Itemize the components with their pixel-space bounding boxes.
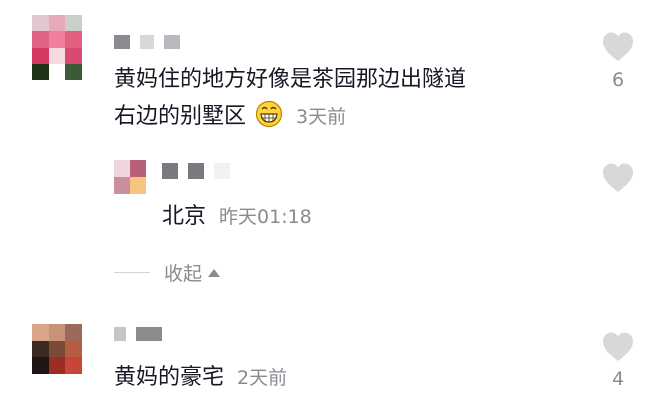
- comment-text: 黄妈的豪宅: [114, 365, 225, 390]
- comment-time: 3天前: [296, 106, 347, 128]
- grinning-face-emoji: [255, 100, 283, 128]
- avatar[interactable]: [114, 160, 146, 194]
- reply-text-row: 北京 昨天01:18: [162, 200, 312, 234]
- comment-text-line-1: 黄妈住的地方好像是茶园那边出隧道: [114, 67, 467, 92]
- reply-text: 北京: [162, 204, 207, 229]
- heart-icon[interactable]: [600, 30, 636, 62]
- avatar[interactable]: [32, 324, 82, 374]
- collapse-label: 收起: [164, 263, 203, 285]
- username-redacted[interactable]: [162, 163, 230, 179]
- heart-icon[interactable]: [600, 330, 636, 362]
- divider-line: [114, 272, 150, 273]
- username-redacted[interactable]: [114, 327, 162, 341]
- username-redacted[interactable]: [114, 35, 180, 49]
- comment-text-row: 黄妈的豪宅 2天前: [114, 361, 287, 395]
- reply-time: 昨天01:18: [219, 206, 312, 228]
- avatar[interactable]: [32, 15, 82, 80]
- comment-text-line-2-row: 右边的别墅区 3天前: [114, 100, 346, 134]
- triangle-up-icon: [208, 268, 221, 277]
- like-count: 6: [611, 69, 625, 91]
- comment-text-line-2: 右边的别墅区: [114, 104, 247, 129]
- comment-time: 2天前: [237, 367, 288, 389]
- collapse-replies-button[interactable]: 收起: [114, 259, 221, 286]
- heart-icon[interactable]: [600, 161, 636, 193]
- like-count: 4: [611, 368, 625, 390]
